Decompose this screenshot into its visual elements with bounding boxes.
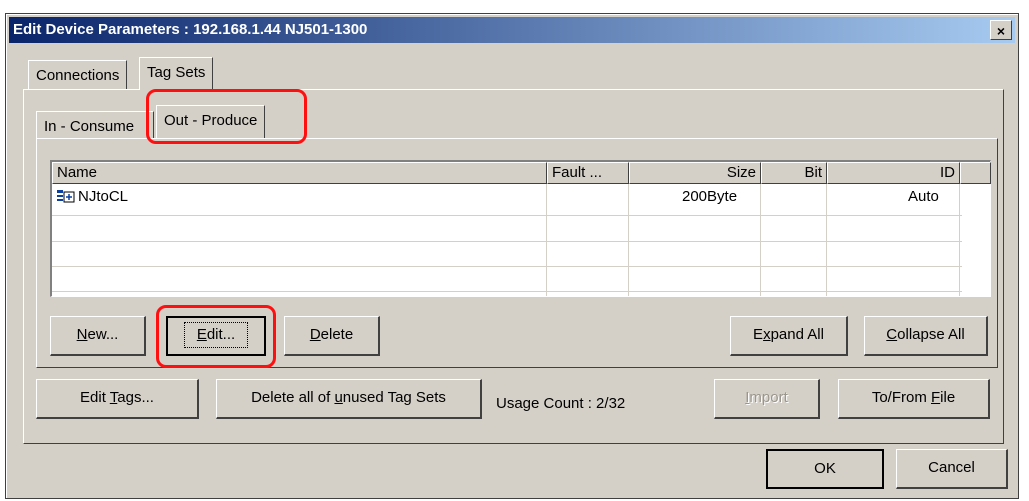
new-label-accel: N: [76, 326, 88, 343]
tag-set-id: Auto: [908, 188, 939, 205]
edit-device-parameters-dialog: Edit Device Parameters : 192.168.1.44 NJ…: [5, 13, 1019, 499]
cancel-label: Cancel: [928, 459, 975, 476]
title-bar[interactable]: Edit Device Parameters : 192.168.1.44 NJ…: [9, 17, 1015, 43]
to-from-file-label-accel: F: [931, 389, 941, 406]
tab-in-consume[interactable]: In - Consume: [36, 111, 154, 141]
import-button[interactable]: Import: [714, 379, 820, 419]
close-icon[interactable]: ×: [997, 23, 1005, 39]
collapse-all-button[interactable]: Collapse All: [864, 316, 988, 356]
tagset-icon: [56, 188, 76, 204]
highlight-out-produce: [146, 89, 307, 144]
grid-line: [52, 291, 962, 292]
highlight-edit-button: [156, 305, 276, 368]
close-button[interactable]: ×: [990, 20, 1012, 40]
window-title: Edit Device Parameters : 192.168.1.44 NJ…: [13, 21, 368, 38]
to-from-file-label-pre: To/From: [871, 389, 931, 406]
grid-line: [52, 215, 962, 216]
collapse-all-label-post: ollapse All: [897, 326, 965, 343]
collapse-all-label-accel: C: [886, 326, 898, 343]
to-from-file-label-post: ile: [940, 389, 956, 406]
edit-tags-label-post: ags...: [117, 389, 154, 406]
expand-all-button[interactable]: Expand All: [730, 316, 848, 356]
grid-line: [52, 266, 962, 267]
column-header-fault[interactable]: Fault ...: [547, 162, 629, 184]
ok-label: OK: [814, 460, 836, 477]
delete-unused-label-pre: Delete all of: [251, 389, 335, 406]
tag-set-list[interactable]: Name Fault ... Size Bit ID NJtoCL 200Byt…: [50, 160, 991, 297]
delete-unused-label-post: nused Tag Sets: [342, 389, 446, 406]
tab-connections-label: Connections: [36, 67, 120, 84]
grid-line: [959, 184, 960, 296]
new-button[interactable]: New...: [50, 316, 146, 356]
import-label-post: mport: [749, 389, 788, 406]
delete-unused-tag-sets-button[interactable]: Delete all of unused Tag Sets: [216, 379, 482, 419]
delete-label-accel: D: [309, 326, 321, 343]
column-header-fault-label: Fault ...: [552, 164, 603, 181]
tag-set-size: 200Byte: [682, 188, 738, 205]
tag-set-name: NJtoCL: [78, 188, 129, 205]
expand-all-label-pre: E: [753, 326, 764, 343]
edit-tags-button[interactable]: Edit Tags...: [36, 379, 199, 419]
tab-connections[interactable]: Connections: [28, 60, 128, 90]
column-header-name[interactable]: Name: [52, 162, 547, 184]
column-header-filler: [960, 162, 991, 184]
column-header-size[interactable]: Size: [629, 162, 761, 184]
grid-line: [52, 241, 962, 242]
tab-tag-sets-label: Tag Sets: [147, 64, 206, 81]
cancel-button[interactable]: Cancel: [896, 449, 1008, 489]
table-row[interactable]: NJtoCL 200Byte Auto: [52, 184, 959, 214]
delete-label-post: elete: [320, 326, 354, 343]
expand-all-label-accel: x: [763, 326, 771, 343]
delete-unused-label-accel: u: [334, 389, 343, 406]
column-header-name-label: Name: [57, 164, 98, 181]
column-header-bit[interactable]: Bit: [761, 162, 827, 184]
column-header-size-label: Size: [726, 164, 756, 181]
expand-all-label-post: pand All: [770, 326, 824, 343]
ok-button[interactable]: OK: [766, 449, 884, 489]
edit-tags-label-pre: Edit: [80, 389, 110, 406]
tab-in-consume-label: In - Consume: [44, 118, 135, 135]
column-header-bit-label: Bit: [804, 164, 822, 181]
delete-button[interactable]: Delete: [284, 316, 380, 356]
column-header-id[interactable]: ID: [827, 162, 960, 184]
usage-count-label: Usage Count : 2/32: [496, 395, 626, 412]
tab-tag-sets[interactable]: Tag Sets: [139, 57, 214, 90]
column-header-id-label: ID: [940, 164, 955, 181]
new-label-post: ew...: [87, 326, 119, 343]
to-from-file-button[interactable]: To/From File: [838, 379, 990, 419]
